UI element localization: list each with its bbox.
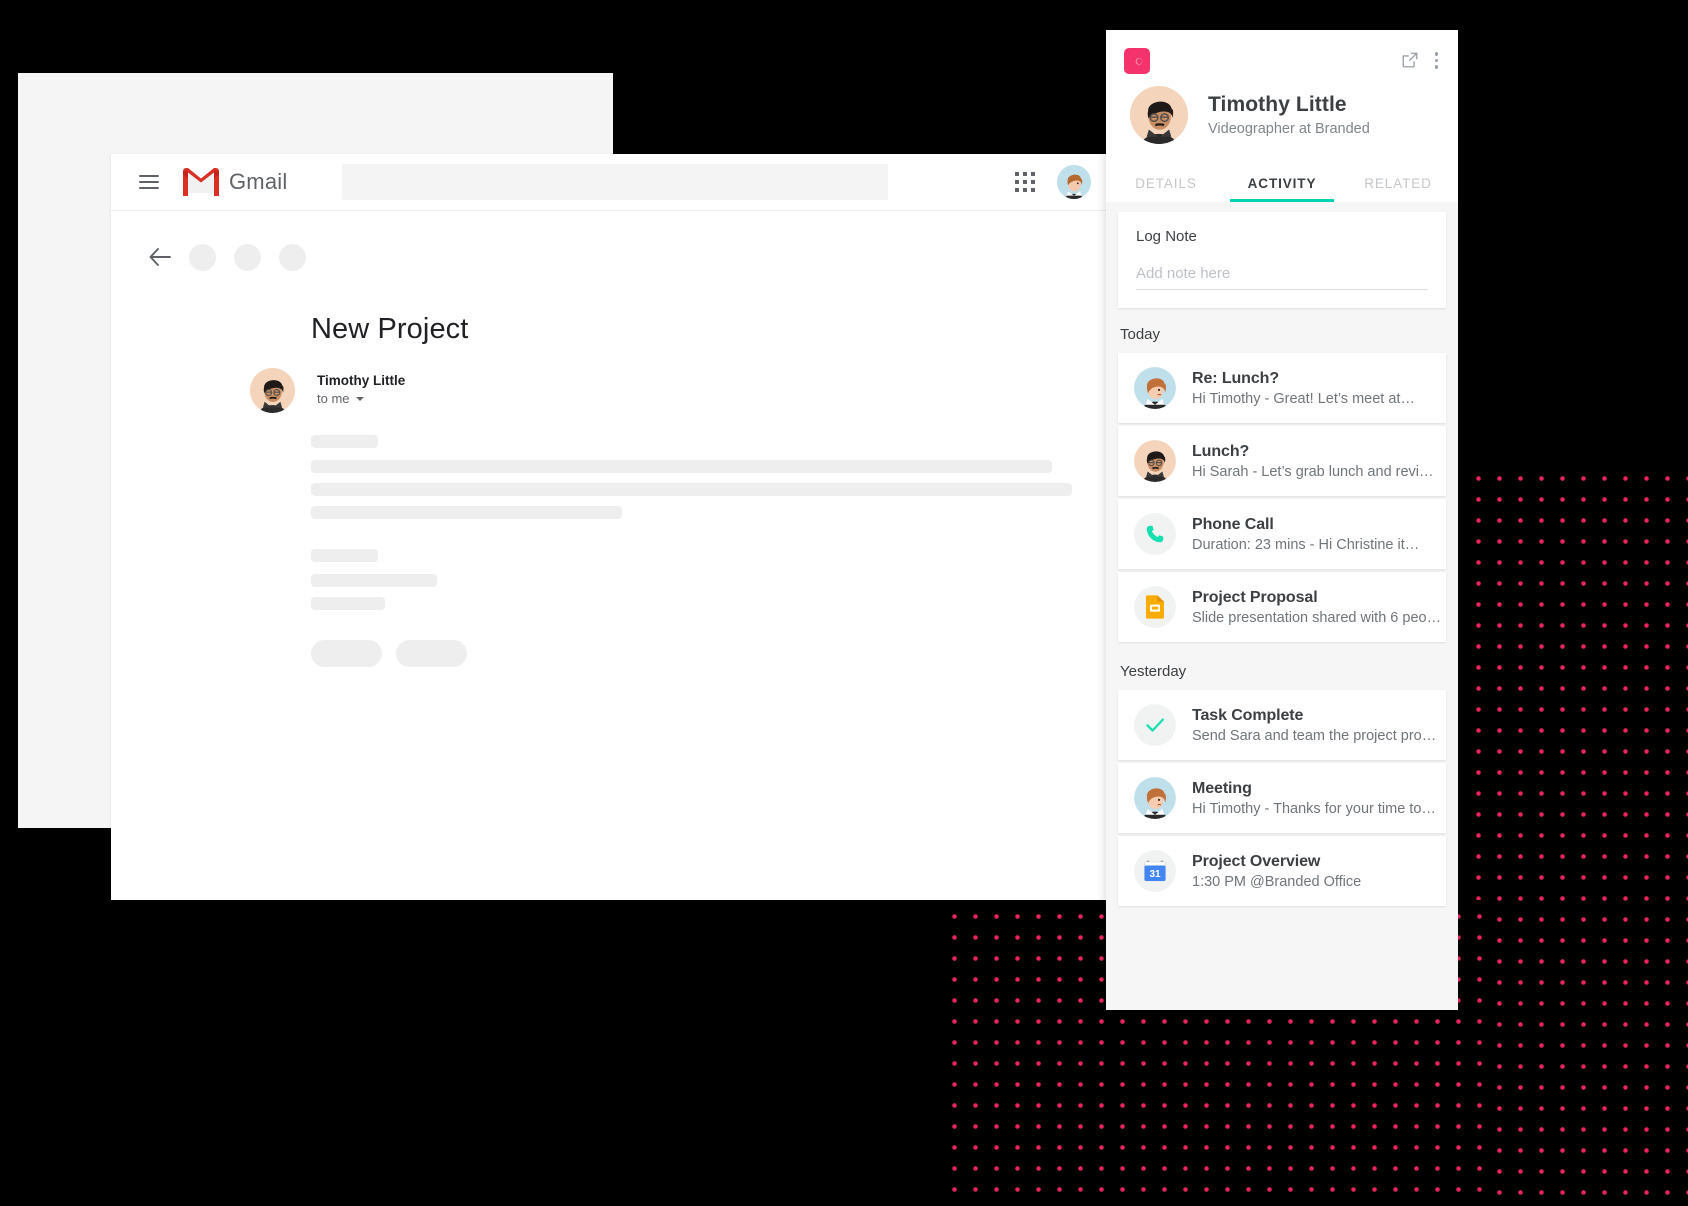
list-item-subtitle: Duration: 23 mins - Hi Christine it… (1192, 536, 1420, 553)
list-item-subtitle: Hi Timothy - Thanks for your time tod… (1192, 800, 1442, 817)
toolbar-placeholder-1 (189, 243, 216, 271)
list-item-title: Meeting (1192, 779, 1252, 797)
mail-paragraph-2 (311, 549, 1111, 610)
sender-avatar (250, 368, 295, 413)
gmail-topbar: Gmail (111, 154, 1111, 211)
avatar (1130, 86, 1188, 144)
mail-action-placeholders (311, 640, 1111, 667)
list-item-text: Re: Lunch? Hi Timothy - Great! Let’s mee… (1192, 370, 1446, 407)
section-label-today: Today (1120, 326, 1161, 343)
list-item[interactable]: 31 Project Overview 1:30 PM @Branded Off… (1118, 836, 1446, 906)
panel-header-actions (1401, 48, 1441, 71)
phone-icon (1134, 513, 1176, 555)
list-item-subtitle: 1:30 PM @Branded Office (1192, 873, 1362, 890)
calendar-icon: 31 (1134, 850, 1176, 892)
list-item-title: Project Proposal (1192, 588, 1318, 606)
list-item[interactable]: Task Complete Send Sara and team the pro… (1118, 690, 1446, 760)
reply-placeholder[interactable] (311, 640, 382, 667)
mail-recipient-row[interactable]: to me (317, 391, 405, 406)
contact-title: Videographer at Branded (1208, 121, 1370, 137)
gmail-logo-icon (183, 168, 219, 196)
list-item-text: Task Complete Send Sara and team the pro… (1192, 707, 1446, 744)
log-note-label: Log Note (1136, 228, 1197, 245)
list-item-title: Project Overview (1192, 852, 1321, 870)
mail-sender-name: Timothy Little (317, 373, 406, 388)
open-in-new-icon[interactable] (1401, 51, 1419, 69)
tab-related[interactable]: RELATED (1340, 166, 1456, 202)
list-item[interactable]: Re: Lunch? Hi Timothy - Great! Let’s mee… (1118, 353, 1446, 423)
svg-text:31: 31 (1149, 869, 1161, 880)
tab-details[interactable]: DETAILS (1108, 166, 1224, 202)
search-input[interactable] (342, 164, 889, 200)
section-label-yesterday: Yesterday (1120, 663, 1187, 680)
list-item-title: Phone Call (1192, 515, 1274, 533)
more-vertical-icon[interactable] (1433, 50, 1441, 71)
avatar-timothy-icon (1134, 440, 1176, 482)
gmail-action-bar (111, 237, 1111, 277)
list-item[interactable]: Meeting Hi Timothy - Thanks for your tim… (1118, 763, 1446, 833)
mail-paragraph-1 (311, 435, 1111, 519)
back-arrow-icon[interactable] (149, 248, 171, 266)
apps-grid-icon[interactable] (1015, 172, 1035, 192)
toolbar-placeholder-2 (234, 243, 261, 271)
dot-pattern-right (1462, 462, 1688, 1206)
gmail-window: Gmail New Project Timothy Little to me (111, 154, 1111, 900)
list-item[interactable]: Project Proposal Slide presentation shar… (1118, 572, 1446, 642)
list-item-text: Meeting Hi Timothy - Thanks for your tim… (1192, 780, 1446, 817)
toolbar-placeholder-3 (279, 243, 306, 271)
mail-body-placeholder (311, 435, 1111, 667)
chevron-down-icon[interactable] (355, 396, 364, 401)
gmail-brand-label: Gmail (229, 169, 288, 194)
contact-name: Timothy Little (1208, 93, 1347, 116)
slides-icon (1134, 586, 1176, 628)
gmail-topbar-actions (1015, 165, 1091, 199)
list-item-title: Re: Lunch? (1192, 369, 1279, 387)
log-note-input[interactable] (1136, 265, 1428, 290)
log-note-card: Log Note (1118, 212, 1446, 308)
avatar-sarah-icon (1134, 777, 1176, 819)
avatar-sarah-icon (1134, 367, 1176, 409)
crm-activity-panel: Timothy Little Videographer at Branded D… (1106, 30, 1458, 1010)
moon-logo-icon[interactable] (1124, 48, 1150, 74)
list-item-subtitle: Hi Sarah - Let’s grab lunch and revi… (1192, 463, 1434, 480)
list-item[interactable]: Lunch? Hi Sarah - Let’s grab lunch and r… (1118, 426, 1446, 496)
list-item-subtitle: Slide presentation shared with 6 people (1192, 609, 1442, 626)
hamburger-icon[interactable] (139, 175, 159, 189)
activity-feed[interactable]: Log Note Today Re: Lunch? Hi Timothy - (1106, 202, 1458, 1010)
list-item-text: Project Overview 1:30 PM @Branded Office (1192, 853, 1446, 890)
list-item-title: Lunch? (1192, 442, 1250, 460)
list-item-subtitle: Send Sara and team the project prop… (1192, 727, 1442, 744)
mail-sender-row: Timothy Little to me (250, 368, 1111, 413)
list-item-subtitle: Hi Timothy - Great! Let’s meet at… (1192, 390, 1415, 407)
list-item-text: Phone Call Duration: 23 mins - Hi Christ… (1192, 516, 1446, 553)
contact-text: Timothy Little Videographer at Branded (1208, 93, 1370, 137)
mail-sender-meta: Timothy Little to me (317, 368, 405, 406)
contact-summary: Timothy Little Videographer at Branded (1106, 74, 1458, 144)
check-icon (1134, 704, 1176, 746)
list-item-title: Task Complete (1192, 706, 1304, 724)
account-avatar[interactable] (1057, 165, 1091, 199)
mail-recipient-label: to me (317, 391, 350, 406)
tab-activity[interactable]: ACTIVITY (1224, 166, 1340, 202)
list-item-text: Lunch? Hi Sarah - Let’s grab lunch and r… (1192, 443, 1446, 480)
list-item[interactable]: Phone Call Duration: 23 mins - Hi Christ… (1118, 499, 1446, 569)
list-item-text: Project Proposal Slide presentation shar… (1192, 589, 1446, 626)
gmail-message-body: New Project Timothy Little to me (111, 211, 1111, 667)
forward-placeholder[interactable] (396, 640, 467, 667)
panel-header (1106, 30, 1458, 74)
page-title: New Project (311, 313, 469, 345)
panel-tabs: DETAILS ACTIVITY RELATED (1106, 166, 1458, 202)
